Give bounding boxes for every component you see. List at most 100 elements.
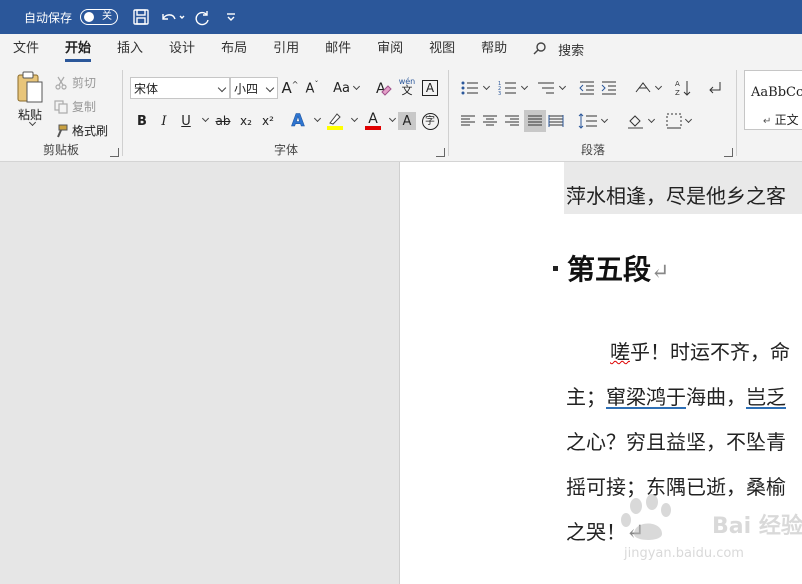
copy-label: 复制 xyxy=(72,100,97,114)
sort-button[interactable]: AZ xyxy=(672,77,694,99)
shrink-font-button[interactable]: Aˇ xyxy=(302,77,322,99)
paste-icon xyxy=(17,71,43,103)
increase-indent-icon xyxy=(601,81,616,95)
grow-font-button[interactable]: A^ xyxy=(280,77,300,99)
group-separator xyxy=(122,70,123,156)
font-name-combo[interactable]: 宋体 xyxy=(130,77,230,99)
clear-formatting-button[interactable]: A xyxy=(374,77,394,99)
italic-button[interactable]: I xyxy=(154,110,174,132)
bullets-button[interactable] xyxy=(456,77,492,99)
font-name-value: 宋体 xyxy=(134,81,159,96)
autosave-toggle[interactable]: 关 xyxy=(80,9,119,25)
cut-button[interactable]: 剪切 xyxy=(54,74,96,91)
save-icon[interactable] xyxy=(130,6,152,28)
style-name: ↵ 正文 xyxy=(763,113,799,127)
chevron-down-icon xyxy=(647,115,655,124)
paragraph-group-title: 段落 xyxy=(580,143,605,157)
subscript-button[interactable]: x₂ xyxy=(236,110,256,132)
chinese-layout-button[interactable] xyxy=(630,77,664,99)
svg-text:3: 3 xyxy=(498,91,501,96)
font-color-button[interactable]: A xyxy=(362,110,384,132)
character-border-button[interactable]: A xyxy=(420,77,440,99)
character-shading-button[interactable]: A xyxy=(398,112,416,130)
show-hide-marks-button[interactable] xyxy=(704,77,726,99)
increase-indent-button[interactable] xyxy=(598,77,620,99)
tab-layout[interactable]: 布局 xyxy=(208,34,260,64)
format-painter-button[interactable]: 格式刷 xyxy=(54,122,108,139)
font-group: 宋体 小四 A^ Aˇ Aa A wén 文 A B I U ab x₂ x² … xyxy=(124,68,448,160)
align-left-button[interactable] xyxy=(458,110,478,132)
tab-design[interactable]: 设计 xyxy=(156,34,208,64)
decrease-indent-icon xyxy=(579,81,594,95)
highlighter-icon xyxy=(329,113,341,125)
character-border-icon: A xyxy=(422,80,438,96)
tab-home[interactable]: 开始 xyxy=(52,34,104,64)
justify-button[interactable] xyxy=(524,110,546,132)
watermark-text: Bai 经验 xyxy=(712,514,802,539)
tab-references[interactable]: 引用 xyxy=(260,34,312,64)
strikethrough-button[interactable]: ab xyxy=(212,110,234,132)
style-sample: AaBbCc xyxy=(751,85,802,100)
borders-icon xyxy=(666,113,681,129)
paragraph-dialog-launcher[interactable] xyxy=(724,148,733,157)
doc-para-line-1: 嗟乎！时运不齐，命 xyxy=(610,340,790,364)
clipboard-dialog-launcher[interactable] xyxy=(110,148,119,157)
text-effects-button[interactable]: A xyxy=(288,110,308,132)
align-right-icon xyxy=(505,115,519,126)
paw-logo-icon xyxy=(621,494,671,540)
doc-para-line-3: 之心？穷且益坚，不坠青 xyxy=(566,430,786,454)
multilevel-list-button[interactable] xyxy=(532,77,568,99)
underline-button[interactable]: U xyxy=(176,110,196,132)
toggle-knob xyxy=(84,12,95,22)
line-spacing-button[interactable] xyxy=(574,110,610,132)
highlight-dropdown-icon[interactable] xyxy=(350,114,359,123)
decrease-indent-button[interactable] xyxy=(576,77,598,99)
underline-dropdown-icon[interactable] xyxy=(201,114,210,123)
borders-button[interactable] xyxy=(660,110,696,132)
superscript-button[interactable]: x² xyxy=(258,110,278,132)
undo-icon[interactable] xyxy=(158,6,186,28)
enclose-characters-button[interactable]: 字 xyxy=(420,110,440,132)
tab-mailings[interactable]: 邮件 xyxy=(312,34,364,64)
redo-icon[interactable] xyxy=(192,6,214,28)
align-center-icon xyxy=(483,115,497,126)
align-center-button[interactable] xyxy=(480,110,500,132)
sort-icon: AZ xyxy=(675,80,691,97)
copy-button[interactable]: 复制 xyxy=(54,98,96,115)
customize-toolbar-icon[interactable] xyxy=(220,6,242,28)
phonetic-guide-button[interactable]: wén 文 xyxy=(396,75,418,97)
font-color-dropdown-icon[interactable] xyxy=(388,114,397,123)
chinese-layout-icon xyxy=(635,82,650,93)
align-right-button[interactable] xyxy=(502,110,522,132)
paste-dropdown-icon[interactable] xyxy=(28,118,36,127)
tab-help[interactable]: 帮助 xyxy=(468,34,520,64)
tab-view[interactable]: 视图 xyxy=(416,34,468,64)
font-dialog-launcher[interactable] xyxy=(436,148,445,157)
tab-file[interactable]: 文件 xyxy=(0,34,52,64)
paste-button[interactable]: 粘贴 xyxy=(10,70,50,136)
search-icon xyxy=(533,42,546,55)
svg-text:A: A xyxy=(675,80,680,88)
style-normal[interactable]: AaBbCc ↵ 正文 xyxy=(744,70,802,130)
highlight-button[interactable] xyxy=(324,110,346,132)
distributed-button[interactable] xyxy=(546,110,566,132)
tab-insert[interactable]: 插入 xyxy=(104,34,156,64)
search-box[interactable]: 搜索 xyxy=(532,40,584,59)
chevron-down-icon xyxy=(600,115,608,124)
doc-line-top: 萍水相逢，尽是他乡之客 xyxy=(566,184,786,208)
paint-bucket-icon xyxy=(627,115,643,129)
font-group-title: 字体 xyxy=(273,143,298,157)
numbering-button[interactable]: 123 xyxy=(494,77,530,99)
bold-button[interactable]: B xyxy=(132,110,152,132)
document-page[interactable]: 萍水相逢，尽是他乡之客 第五段↵ 嗟乎！时运不齐，命 主；窜梁鸿于海曲，岂乏 之… xyxy=(399,162,802,584)
clear-formatting-icon: A xyxy=(376,81,392,97)
font-size-combo[interactable]: 小四 xyxy=(230,77,278,99)
tab-review[interactable]: 审阅 xyxy=(364,34,416,64)
chevron-down-icon xyxy=(265,83,275,93)
change-case-button[interactable]: Aa xyxy=(330,77,362,99)
font-color-bar xyxy=(365,126,381,130)
shading-button[interactable] xyxy=(622,110,658,132)
shrink-font-icon: Aˇ xyxy=(305,79,319,97)
text-effects-dropdown-icon[interactable] xyxy=(313,114,322,123)
bullets-icon xyxy=(461,81,478,95)
